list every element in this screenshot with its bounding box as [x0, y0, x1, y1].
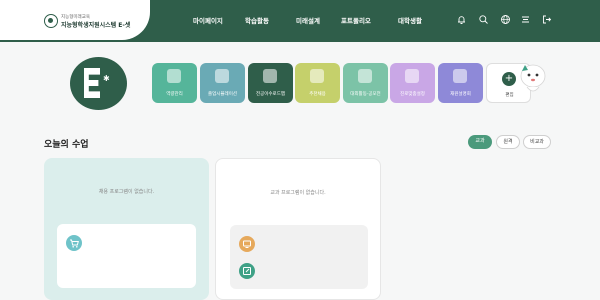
avatar-asterisk-icon: ✱	[103, 74, 110, 83]
bell-icon[interactable]	[456, 14, 467, 25]
tile-label: 추천채용	[309, 92, 326, 97]
tile-illustration-icon	[167, 69, 181, 83]
empty-message: 교과 프로그램이 없습니다.	[270, 190, 326, 196]
search-icon[interactable]	[478, 14, 489, 25]
tile-illustration-icon	[405, 69, 419, 83]
mascot-character-icon	[520, 64, 546, 92]
nav-learning[interactable]: 학습활동	[245, 15, 269, 25]
tile-illustration-icon	[263, 69, 277, 83]
tile-recommended-jobs[interactable]: 추천채용	[295, 63, 340, 103]
tile-label: 전공이수로드맵	[256, 92, 285, 97]
tile-label: 역량관리	[166, 92, 183, 97]
filter-remote-tab[interactable]: 원격	[496, 135, 520, 149]
tile-info-session[interactable]: 재원설명회	[438, 63, 483, 103]
tile-activities-contests[interactable]: 대외활동·공모전	[343, 63, 388, 103]
tile-graduation-sim[interactable]: 졸업시뮬레이션	[200, 63, 245, 103]
tile-career-setting[interactable]: 진로맞춤설정	[390, 63, 435, 103]
globe-icon[interactable]	[500, 14, 511, 25]
logo-title[interactable]: 지능형학생지원시스템 E-셋	[61, 20, 130, 29]
tile-label: 대외활동·공모전	[350, 92, 381, 97]
monitor-icon[interactable]	[239, 236, 255, 252]
nav-future-design[interactable]: 미래설계	[296, 15, 320, 25]
tile-label: 진로맞춤설정	[400, 92, 425, 97]
profile-avatar[interactable]	[70, 57, 127, 110]
cart-icon[interactable]	[66, 235, 82, 251]
edit-icon[interactable]	[239, 263, 255, 279]
tile-illustration-icon	[453, 69, 467, 83]
tile-illustration-icon	[358, 69, 372, 83]
empty-message: 채용 프로그램이 없습니다.	[98, 189, 155, 195]
tile-illustration-icon	[310, 69, 324, 83]
card-inner-panel	[57, 224, 196, 288]
logo-icon	[44, 14, 58, 28]
tile-competency[interactable]: 역량관리	[152, 63, 197, 103]
program-card-left: 채용 프로그램이 없습니다.	[44, 158, 209, 300]
tile-major-roadmap[interactable]: 전공이수로드맵	[248, 63, 293, 103]
tile-label: 재원설명회	[450, 92, 471, 97]
logout-icon[interactable]	[541, 14, 552, 25]
tile-illustration-icon	[215, 69, 229, 83]
nav-mypage[interactable]: 마이페이지	[193, 15, 223, 25]
today-classes-title: 오늘의 수업	[44, 140, 89, 150]
menu-icon[interactable]	[520, 14, 531, 25]
filter-extracurricular-tab[interactable]: 비교과	[523, 135, 551, 149]
filter-curriculum-tab[interactable]: 교과	[468, 135, 492, 149]
avatar-e-letter-icon	[84, 68, 100, 98]
nav-portfolio[interactable]: 포트폴리오	[341, 15, 371, 25]
card-inner-panel	[230, 225, 368, 289]
program-card-right: 교과 프로그램이 없습니다.	[215, 158, 381, 300]
nav-college-life[interactable]: 대학생활	[398, 15, 422, 25]
plus-icon: +	[502, 72, 516, 86]
tile-label: 졸업시뮬레이션	[208, 92, 237, 97]
